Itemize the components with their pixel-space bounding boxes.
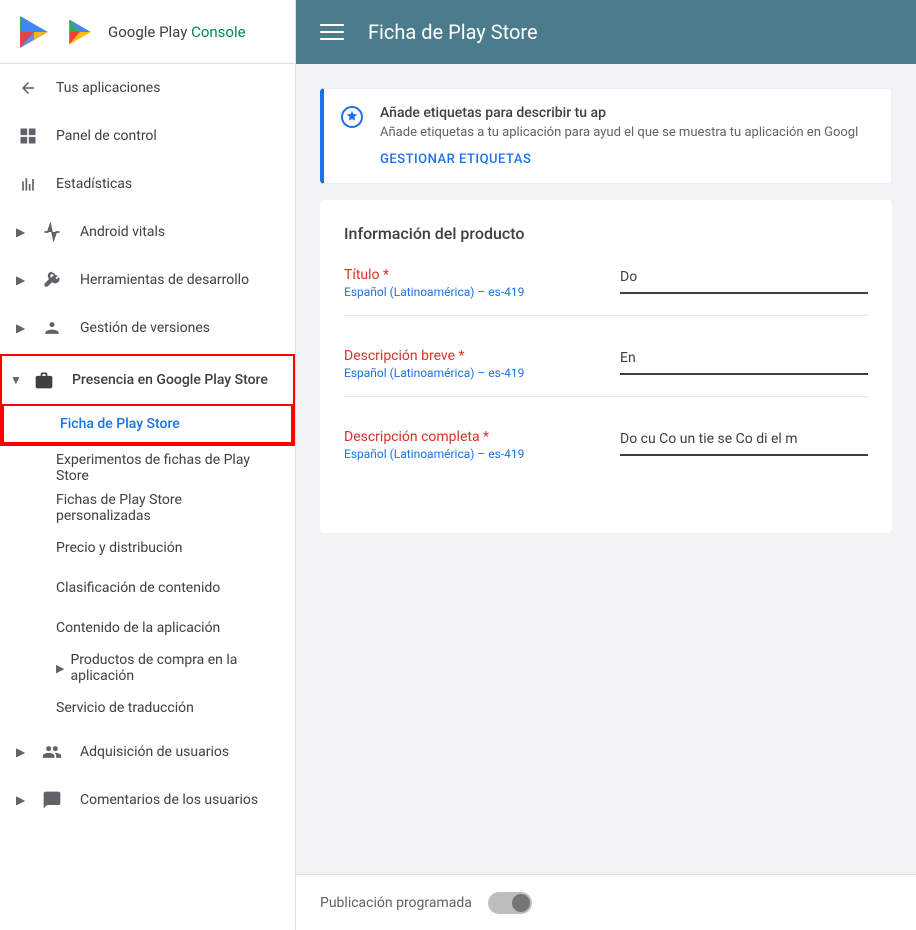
banner-text: Añade etiquetas para describir tu ap Aña…	[380, 105, 875, 167]
bottom-bar: Publicación programada	[296, 874, 916, 930]
sidebar-subitem-ficha-label: Ficha de Play Store	[60, 416, 180, 432]
main-content: Ficha de Play Store Añade etiquetas para…	[296, 0, 916, 930]
sidebar-item-comments[interactable]: ▶ Comentarios de los usuarios	[0, 776, 295, 824]
chevron-right-icon-2: ▶	[16, 273, 32, 287]
sidebar-item-back[interactable]: Tus aplicaciones	[0, 64, 295, 112]
sidebar-item-panel[interactable]: Panel de control	[0, 112, 295, 160]
sidebar-subitem-experimentos-label: Experimentos de fichas de Play Store	[56, 452, 279, 484]
sidebar-item-android-vitals[interactable]: ▶ Android vitals	[0, 208, 295, 256]
hamburger-menu-button[interactable]	[320, 20, 344, 44]
page-title: Ficha de Play Store	[368, 20, 538, 44]
sidebar-subitem-fichas-personalizadas-label: Fichas de Play Store personalizadas	[56, 492, 279, 524]
sidebar-subitem-traduccion[interactable]: Servicio de traducción	[0, 688, 295, 728]
field-label-desc-completa: Descripción completa *	[344, 429, 604, 445]
sidebar-acquisition-label: Adquisición de usuarios	[80, 744, 229, 760]
chevron-down-icon: ▼	[10, 373, 26, 387]
sidebar-subitem-ficha[interactable]: Ficha de Play Store	[2, 404, 293, 444]
tools-icon	[40, 268, 64, 292]
chevron-right-icon-comm: ▶	[16, 793, 32, 807]
users-icon	[40, 740, 64, 764]
banner-title: Añade etiquetas para describir tu ap	[380, 105, 875, 121]
info-banner: Añade etiquetas para describir tu ap Aña…	[320, 88, 892, 184]
google-play-logo-icon	[62, 14, 98, 50]
sidebar-subitem-traduccion-label: Servicio de traducción	[56, 700, 194, 716]
field-row-desc-completa: Descripción completa * Español (Latinoam…	[344, 429, 868, 477]
sidebar-subitem-precio-label: Precio y distribución	[56, 540, 182, 556]
sidebar-item-gestion[interactable]: ▶ Gestión de versiones	[0, 304, 295, 352]
sidebar-item-gestion-label: Gestión de versiones	[80, 320, 210, 336]
sidebar-item-android-vitals-label: Android vitals	[80, 224, 165, 240]
heartbeat-icon	[40, 220, 64, 244]
sidebar-subitem-clasificacion-label: Clasificación de contenido	[56, 580, 220, 596]
google-play-logo	[16, 14, 52, 50]
sidebar-back-label: Tus aplicaciones	[56, 80, 160, 96]
sidebar-item-herramientas[interactable]: ▶ Herramientas de desarrollo	[0, 256, 295, 304]
sidebar-subitem-productos-label: Productos de compra en la aplicación	[70, 652, 279, 684]
banner-description: Añade etiquetas a tu aplicación para ayu…	[380, 125, 875, 140]
field-sublabel-desc-breve: Español (Latinoamérica) – es-419	[344, 366, 604, 380]
field-value-col-desc-completa[interactable]: Do cu Co un tie se Co di el m	[604, 429, 868, 461]
sidebar-item-herramientas-label: Herramientas de desarrollo	[80, 272, 249, 288]
top-bar: Ficha de Play Store	[296, 0, 916, 64]
sidebar-navigation: Tus aplicaciones Panel de control Estadí…	[0, 64, 295, 930]
sidebar-subitem-precio[interactable]: Precio y distribución	[0, 528, 295, 568]
field-sublabel-titulo: Español (Latinoamérica) – es-419	[344, 285, 604, 299]
chevron-right-icon: ▶	[16, 225, 32, 239]
sidebar-item-presence[interactable]: ▼ Presencia en Google Play Store	[2, 356, 293, 404]
section-title: Información del producto	[344, 224, 868, 243]
publication-toggle[interactable]	[488, 892, 532, 914]
content-area: Añade etiquetas para describir tu ap Aña…	[296, 64, 916, 874]
person-icon	[40, 316, 64, 340]
product-info-section: Información del producto Título * Españo…	[320, 200, 892, 533]
toggle-track	[488, 892, 532, 914]
star-circle-icon	[340, 105, 364, 129]
bar-chart-icon	[16, 172, 40, 196]
field-label-titulo: Título *	[344, 267, 604, 283]
chevron-right-icon-productos: ▶	[56, 662, 64, 675]
sidebar: Google Play Console Tus aplicaciones Pan…	[0, 0, 296, 930]
field-label-col-desc-breve: Descripción breve * Español (Latinoaméri…	[344, 348, 604, 380]
field-label-desc-breve: Descripción breve *	[344, 348, 604, 364]
brand-name: Google Play Console	[108, 23, 246, 41]
sidebar-subitem-productos[interactable]: ▶ Productos de compra en la aplicación	[0, 648, 295, 688]
sidebar-item-estadisticas[interactable]: Estadísticas	[0, 160, 295, 208]
field-value-titulo: Do	[620, 267, 868, 288]
sidebar-item-acquisition[interactable]: ▶ Adquisición de usuarios	[0, 728, 295, 776]
chat-icon	[40, 788, 64, 812]
sidebar-item-panel-label: Panel de control	[56, 128, 157, 144]
manage-labels-button[interactable]: GESTIONAR ETIQUETAS	[380, 152, 875, 167]
field-value-col-desc-breve[interactable]: En	[604, 348, 868, 380]
chevron-right-icon-3: ▶	[16, 321, 32, 335]
toggle-label: Publicación programada	[320, 895, 472, 911]
sidebar-header: Google Play Console	[0, 0, 295, 64]
field-value-desc-breve: En	[620, 348, 868, 369]
field-value-desc-completa: Do cu Co un tie se Co di el m	[620, 429, 868, 450]
briefcase-icon	[32, 368, 56, 392]
field-label-col-desc-completa: Descripción completa * Español (Latinoam…	[344, 429, 604, 461]
back-icon	[16, 76, 40, 100]
grid-icon	[16, 124, 40, 148]
field-row-titulo: Título * Español (Latinoamérica) – es-41…	[344, 267, 868, 316]
field-row-desc-breve: Descripción breve * Español (Latinoaméri…	[344, 348, 868, 397]
sidebar-item-estadisticas-label: Estadísticas	[56, 176, 132, 192]
toggle-thumb	[512, 894, 530, 912]
sidebar-subitem-experimentos[interactable]: Experimentos de fichas de Play Store	[0, 448, 295, 488]
field-label-col-titulo: Título * Español (Latinoamérica) – es-41…	[344, 267, 604, 299]
field-sublabel-desc-completa: Español (Latinoamérica) – es-419	[344, 447, 604, 461]
sidebar-comments-label: Comentarios de los usuarios	[80, 792, 258, 808]
presence-section-wrapper: ▼ Presencia en Google Play Store Ficha d…	[0, 354, 295, 446]
sidebar-subitem-contenido-app[interactable]: Contenido de la aplicación	[0, 608, 295, 648]
sidebar-subitem-fichas-personalizadas[interactable]: Fichas de Play Store personalizadas	[0, 488, 295, 528]
sidebar-subitem-clasificacion[interactable]: Clasificación de contenido	[0, 568, 295, 608]
chevron-right-icon-acq: ▶	[16, 745, 32, 759]
sidebar-presence-label: Presencia en Google Play Store	[72, 372, 268, 388]
sidebar-subitem-contenido-app-label: Contenido de la aplicación	[56, 620, 220, 636]
field-value-col-titulo[interactable]: Do	[604, 267, 868, 299]
